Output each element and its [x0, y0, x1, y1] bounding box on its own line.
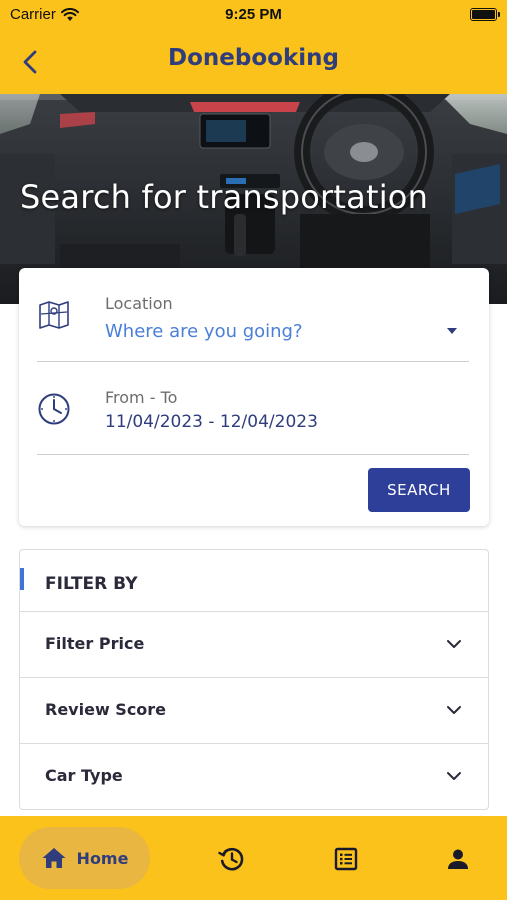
tab-home-label: Home: [76, 848, 129, 868]
hero-title: Search for transportation: [20, 178, 429, 216]
status-time: 9:25 PM: [225, 6, 282, 23]
chevron-down-icon: [447, 640, 461, 648]
filter-title: FILTER BY: [45, 574, 138, 594]
chevron-down-icon: [447, 706, 461, 714]
tab-home[interactable]: Home: [19, 827, 150, 889]
search-card: Location Where are you going? From - To …: [19, 268, 489, 526]
location-label: Location: [105, 294, 173, 313]
dropdown-caret-icon[interactable]: [447, 328, 457, 334]
status-bar: Carrier 9:25 PM: [0, 0, 507, 30]
filter-item-price[interactable]: Filter Price: [20, 612, 488, 678]
filter-header: FILTER BY: [20, 550, 488, 612]
page-title: Donebooking: [168, 45, 339, 71]
tab-profile[interactable]: [438, 842, 478, 876]
filter-accent-bar: [20, 568, 24, 590]
filter-item-review-score[interactable]: Review Score: [20, 678, 488, 744]
bottom-tab-bar: Home: [0, 816, 507, 900]
filter-item-car-type[interactable]: Car Type: [20, 744, 488, 810]
home-icon: [42, 848, 66, 868]
tab-list[interactable]: [326, 842, 366, 876]
tab-history[interactable]: [212, 842, 252, 876]
date-range-value[interactable]: 11/04/2023 - 12/04/2023: [105, 412, 318, 432]
battery-icon: [470, 8, 500, 21]
location-input[interactable]: Where are you going?: [105, 321, 303, 342]
search-button[interactable]: SEARCH: [368, 468, 470, 512]
filter-item-label: Review Score: [45, 700, 167, 719]
filter-item-label: Filter Price: [45, 634, 145, 653]
date-range-label: From - To: [105, 388, 178, 407]
clock-icon: [38, 393, 70, 425]
chevron-down-icon: [447, 772, 461, 780]
person-icon: [448, 849, 468, 869]
app-bar: Donebooking: [0, 30, 507, 94]
list-icon: [334, 847, 358, 871]
filter-item-label: Car Type: [45, 766, 123, 785]
location-field[interactable]: Location Where are you going?: [37, 290, 469, 362]
filter-card: FILTER BY Filter Price Review Score Car …: [19, 549, 489, 810]
date-range-field[interactable]: From - To 11/04/2023 - 12/04/2023: [37, 384, 469, 455]
history-icon: [218, 847, 244, 871]
map-icon: [39, 301, 69, 329]
